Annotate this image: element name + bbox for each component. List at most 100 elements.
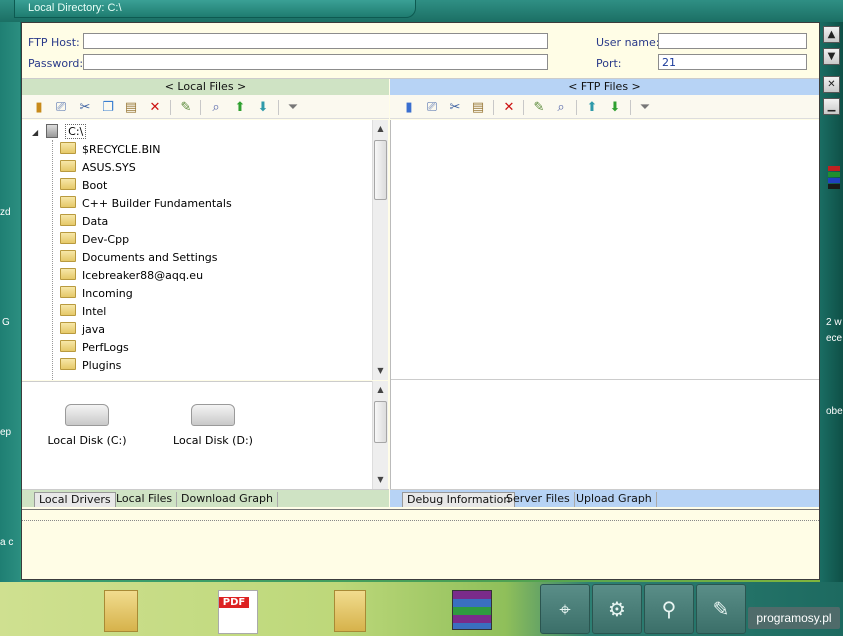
tree-item[interactable]: C++ Builder Fundamentals [60, 195, 232, 213]
folder-icon [60, 214, 76, 226]
host-input[interactable] [83, 33, 548, 49]
scroll-up-icon[interactable]: ▲ [373, 383, 388, 397]
connect-icon[interactable]: ⎚ [52, 99, 70, 116]
local-files-header[interactable]: < Local Files > [22, 79, 389, 95]
tree-item[interactable]: Plugins [60, 357, 121, 375]
minimize-icon[interactable]: ▁ [823, 98, 840, 115]
tree-item[interactable]: PerfLogs [60, 339, 129, 357]
scroll-up-icon[interactable]: ▲ [373, 122, 388, 136]
scroll-down-icon[interactable]: ▼ [823, 48, 840, 65]
folder-icon [60, 232, 76, 244]
ftp-tabs: Debug Information Server Files Upload Gr… [390, 489, 819, 507]
paste-icon[interactable]: ▤ [469, 99, 487, 116]
collapse-icon[interactable]: ◢ [32, 128, 38, 137]
scroll-down-icon[interactable]: ▼ [373, 364, 388, 378]
close-icon[interactable]: ✕ [823, 76, 840, 93]
folder-icon[interactable] [104, 590, 138, 632]
desktop-label: 2 w [826, 317, 842, 328]
up-arrow-icon[interactable]: ⬆ [583, 99, 601, 116]
tree-item[interactable]: Incoming [60, 285, 133, 303]
up-arrow-icon[interactable]: ⬆ [231, 99, 249, 116]
port-input[interactable] [658, 54, 807, 70]
tree-item[interactable]: Icebreaker88@aqq.eu [60, 267, 203, 285]
scroll-thumb[interactable] [374, 401, 387, 443]
folder-icon [60, 322, 76, 334]
folder-icon [60, 340, 76, 352]
toolbar-separator [576, 100, 577, 115]
desktop-label: zd [0, 207, 11, 218]
drive-label: Local Disk (D:) [173, 434, 253, 447]
tree-item[interactable]: Intel [60, 303, 106, 321]
tree-item[interactable]: java [60, 321, 105, 339]
drive-item[interactable]: Local Disk (C:) [42, 404, 132, 447]
tree-item[interactable]: ASUS.SYS [60, 159, 136, 177]
cut-icon[interactable]: ✂ [76, 99, 94, 116]
tree-item[interactable]: $RECYCLE.BIN [60, 141, 160, 159]
delete-icon[interactable]: ✕ [500, 99, 518, 116]
log-panel[interactable] [22, 522, 819, 579]
tree-guide-line [52, 140, 53, 380]
folder-icon[interactable] [334, 590, 366, 632]
scroll-up-icon[interactable]: ▲ [823, 26, 840, 43]
drives-scrollbar[interactable]: ▲ ▼ [372, 381, 388, 489]
find-icon[interactable]: ⌕ [207, 99, 225, 116]
cut-icon[interactable]: ✂ [446, 99, 464, 116]
copy-icon[interactable]: ❐ [99, 99, 117, 116]
bookmark-icon[interactable]: ▮ [30, 99, 48, 116]
binoculars-icon[interactable]: ⚲ [644, 584, 694, 634]
drive-item[interactable]: Local Disk (D:) [168, 404, 258, 447]
filter-icon[interactable]: ⏷ [636, 99, 654, 116]
tab-local-files[interactable]: Local Files [112, 492, 178, 507]
desktop-label: G [2, 317, 10, 328]
user-input[interactable] [658, 33, 807, 49]
folder-icon [60, 160, 76, 172]
password-input[interactable] [83, 54, 548, 70]
toolbar-separator [278, 100, 279, 115]
down-arrow-icon[interactable]: ⬇ [606, 99, 624, 116]
network-icon[interactable]: ⌖ [540, 584, 590, 634]
tree-item[interactable]: Documents and Settings [60, 249, 218, 267]
connection-bar: FTP Host: Password: User name: Port: [22, 23, 819, 79]
ftp-files-panel[interactable] [390, 120, 819, 489]
toolbar-separator [200, 100, 201, 115]
tree-item[interactable]: Boot [60, 177, 107, 195]
password-label: Password: [28, 57, 84, 70]
ftp-files-header[interactable]: < FTP Files > [390, 79, 819, 95]
tree-item-label: Documents and Settings [82, 251, 218, 264]
status-strip [22, 509, 819, 521]
tree-item[interactable]: Data [60, 213, 108, 231]
edit-icon[interactable]: ✎ [530, 99, 548, 116]
local-directory-tree[interactable]: ◢ C:\ $RECYCLE.BIN ASUS.SYS Boot C++ Bui… [22, 120, 388, 380]
tree-scrollbar[interactable]: ▲ ▼ [372, 120, 388, 380]
tab-download-graph[interactable]: Download Graph [177, 492, 278, 507]
paste-icon[interactable]: ▤ [122, 99, 140, 116]
bookmark-icon[interactable]: ▮ [400, 99, 418, 116]
tree-item-label: Icebreaker88@aqq.eu [82, 269, 204, 282]
tab-server-files[interactable]: Server Files [502, 492, 575, 507]
tab-local-drivers[interactable]: Local Drivers [34, 492, 116, 507]
local-drives-panel: Local Disk (C:) Local Disk (D:) [22, 381, 388, 489]
delete-icon[interactable]: ✕ [146, 99, 164, 116]
archive-icon[interactable] [452, 590, 492, 630]
tab-debug-information[interactable]: Debug Information [402, 492, 516, 507]
tab-upload-graph[interactable]: Upload Graph [572, 492, 657, 507]
scroll-down-icon[interactable]: ▼ [373, 473, 388, 487]
watermark: programosy.pl [748, 607, 840, 629]
tree-item[interactable]: Dev-Cpp [60, 231, 129, 249]
find-icon[interactable]: ⌕ [552, 99, 570, 116]
folder-icon [60, 196, 76, 208]
settings-gear-icon[interactable]: ⚙ [592, 584, 642, 634]
connect-icon[interactable]: ⎚ [423, 99, 441, 116]
tree-item-label: java [82, 323, 106, 336]
scroll-thumb[interactable] [374, 140, 387, 200]
toolbar-separator [523, 100, 524, 115]
color-marker-black [828, 184, 840, 189]
tools-icon[interactable]: ✎ [696, 584, 746, 634]
ftp-client-window: FTP Host: Password: User name: Port: < L… [21, 22, 820, 580]
pdf-icon[interactable]: PDF [218, 590, 258, 634]
tree-root[interactable]: ◢ C:\ [32, 124, 87, 140]
filter-icon[interactable]: ⏷ [284, 99, 302, 116]
down-arrow-icon[interactable]: ⬇ [254, 99, 272, 116]
edit-icon[interactable]: ✎ [177, 99, 195, 116]
tree-item-label: Plugins [82, 359, 122, 372]
